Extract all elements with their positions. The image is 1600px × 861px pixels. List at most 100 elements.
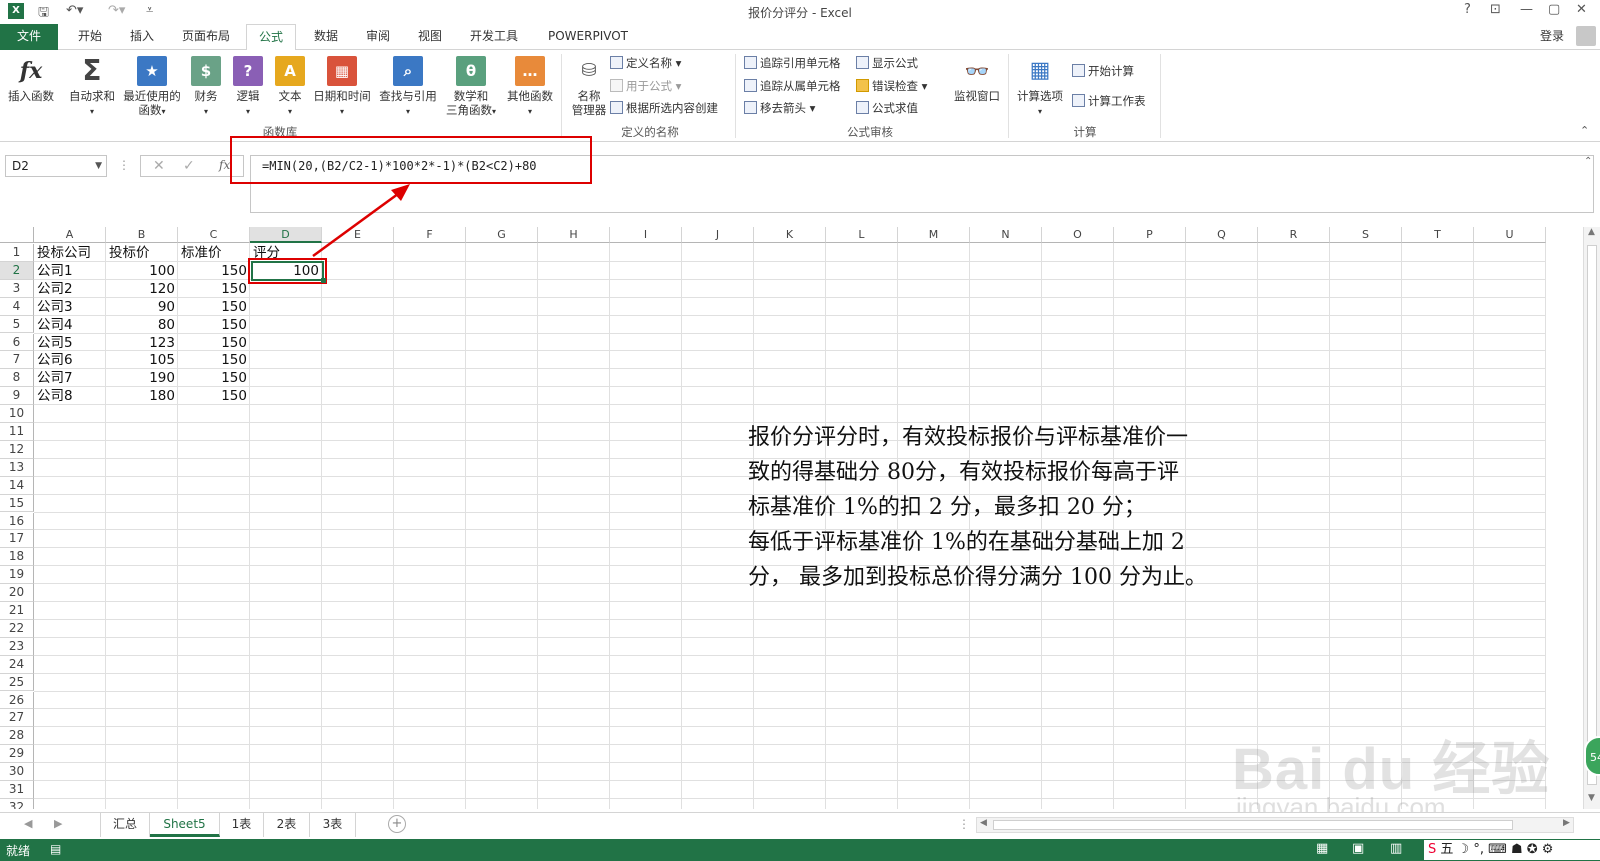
lookup-button[interactable]: ⌕ 查找与引用 ▾ (376, 56, 440, 119)
row-header[interactable]: 19 (0, 566, 34, 585)
column-header[interactable]: L (826, 227, 898, 243)
collapse-formula-bar-icon[interactable]: ⌃ (1584, 156, 1592, 167)
create-from-selection-button[interactable]: 根据所选内容创建 (610, 101, 718, 115)
bid-price-cell[interactable]: 90 (107, 298, 177, 316)
sheet-tab-1[interactable]: 1表 (220, 813, 264, 837)
enter-check-icon[interactable]: ✓ (183, 158, 195, 174)
scroll-down-icon[interactable]: ▼ (1588, 793, 1595, 803)
row-header[interactable]: 2 (0, 261, 34, 280)
column-header[interactable]: S (1330, 227, 1402, 243)
tab-view[interactable]: 视图 (408, 24, 452, 50)
column-header[interactable]: K (754, 227, 826, 243)
tab-powerpivot[interactable]: POWERPIVOT (540, 24, 636, 50)
text-functions-button[interactable]: A 文本 ▾ (272, 56, 308, 119)
logical-button[interactable]: ? 逻辑 ▾ (230, 56, 266, 119)
datetime-button[interactable]: ▦ 日期和时间 ▾ (310, 56, 374, 119)
error-checking-button[interactable]: 错误检查 ▾ (856, 79, 927, 93)
column-header[interactable]: U (1474, 227, 1546, 243)
row-header[interactable]: 29 (0, 745, 34, 764)
prev-sheet-icon[interactable]: ◀ (24, 817, 32, 830)
floating-badge[interactable]: 54 (1584, 736, 1600, 776)
bid-price-cell[interactable]: 100 (107, 262, 177, 280)
bid-price-cell[interactable]: 105 (107, 351, 177, 369)
calc-now-button[interactable]: 开始计算 (1072, 64, 1134, 78)
row-header[interactable]: 7 (0, 351, 34, 370)
row-header[interactable]: 16 (0, 512, 34, 531)
column-header[interactable]: D (250, 227, 322, 243)
recent-functions-button[interactable]: ★ 最近使用的 函数▾ (120, 56, 184, 119)
macro-record-icon[interactable]: ▤ (50, 842, 61, 856)
login-link[interactable]: 登录 (1534, 24, 1570, 50)
header-cell[interactable]: 投标价 (107, 244, 177, 262)
standard-price-cell[interactable]: 150 (179, 316, 249, 334)
help-button[interactable]: ? (1464, 2, 1471, 17)
header-cell[interactable]: 标准价 (179, 244, 249, 262)
column-header[interactable]: T (1402, 227, 1474, 243)
ribbon-display-button[interactable]: ⊡ (1490, 2, 1501, 17)
define-name-button[interactable]: 定义名称 ▾ (610, 56, 681, 70)
standard-price-cell[interactable]: 150 (179, 262, 249, 280)
row-header[interactable]: 17 (0, 530, 34, 549)
close-button[interactable]: ✕ (1576, 2, 1587, 17)
row-header[interactable]: 15 (0, 494, 34, 513)
company-cell[interactable]: 公司1 (35, 262, 105, 280)
row-header[interactable]: 10 (0, 405, 34, 423)
collapse-ribbon-icon[interactable]: ⌃ (1580, 124, 1589, 137)
row-header[interactable]: 12 (0, 440, 34, 459)
column-header[interactable]: N (970, 227, 1042, 243)
row-header[interactable]: 25 (0, 673, 34, 692)
column-header[interactable]: J (682, 227, 754, 243)
user-avatar-icon[interactable] (1576, 26, 1596, 46)
company-cell[interactable]: 公司7 (35, 369, 105, 387)
column-header[interactable]: P (1114, 227, 1186, 243)
company-cell[interactable]: 公司8 (35, 387, 105, 405)
bid-price-cell[interactable]: 190 (107, 369, 177, 387)
add-sheet-icon[interactable]: + (388, 815, 406, 833)
sheet-tab-sheet5[interactable]: Sheet5 (150, 813, 220, 837)
name-box[interactable]: D2 ▼ (5, 155, 107, 177)
trace-precedents-button[interactable]: 追踪引用单元格 (744, 56, 841, 70)
standard-price-cell[interactable]: 150 (179, 351, 249, 369)
row-header[interactable]: 23 (0, 637, 34, 656)
standard-price-cell[interactable]: 150 (179, 334, 249, 352)
tab-formulas[interactable]: 公式 (246, 24, 296, 51)
bid-price-cell[interactable]: 180 (107, 387, 177, 405)
row-header[interactable]: 26 (0, 691, 34, 710)
row-header[interactable]: 5 (0, 315, 34, 334)
sheet-tab-summary[interactable]: 汇总 (100, 813, 150, 837)
vertical-scroll-thumb[interactable] (1587, 245, 1597, 785)
remove-arrows-button[interactable]: 移去箭头 ▾ (744, 101, 815, 115)
row-header[interactable]: 24 (0, 655, 34, 674)
math-trig-button[interactable]: θ 数学和 三角函数▾ (440, 56, 502, 119)
autosum-button[interactable]: Σ 自动求和 ▾ (66, 56, 118, 119)
column-header[interactable]: A (34, 227, 106, 243)
page-layout-view-icon[interactable]: ▣ (1352, 841, 1364, 856)
tab-insert[interactable]: 插入 (120, 24, 164, 50)
row-header[interactable]: 27 (0, 709, 34, 728)
row-header[interactable]: 3 (0, 279, 34, 298)
insert-function-icon[interactable]: fx (219, 158, 230, 172)
row-header[interactable]: 22 (0, 619, 34, 638)
scroll-left-icon[interactable]: ◀ (980, 818, 987, 828)
row-header[interactable]: 30 (0, 763, 34, 781)
cancel-icon[interactable]: ✕ (153, 158, 165, 174)
fill-handle[interactable] (321, 278, 326, 283)
company-cell[interactable]: 公司5 (35, 334, 105, 352)
column-header[interactable]: I (610, 227, 682, 243)
tab-file[interactable]: 文件 (0, 24, 58, 50)
standard-price-cell[interactable]: 150 (179, 387, 249, 405)
splitter-icon[interactable]: ⋮ (958, 817, 970, 831)
page-break-view-icon[interactable]: ▥ (1390, 841, 1402, 856)
next-sheet-icon[interactable]: ▶ (54, 817, 62, 830)
column-header[interactable]: F (394, 227, 466, 243)
sheet-tab-3[interactable]: 3表 (310, 813, 356, 837)
company-cell[interactable]: 公司2 (35, 280, 105, 298)
row-header[interactable]: 32 (0, 798, 34, 809)
horizontal-scroll-thumb[interactable] (993, 820, 1513, 830)
column-header[interactable]: C (178, 227, 250, 243)
row-header[interactable]: 21 (0, 602, 34, 620)
row-header[interactable]: 6 (0, 333, 34, 352)
show-formulas-button[interactable]: 显示公式 (856, 56, 918, 70)
header-cell[interactable]: 投标公司 (35, 244, 105, 262)
more-functions-button[interactable]: … 其他函数 ▾ (502, 56, 558, 119)
